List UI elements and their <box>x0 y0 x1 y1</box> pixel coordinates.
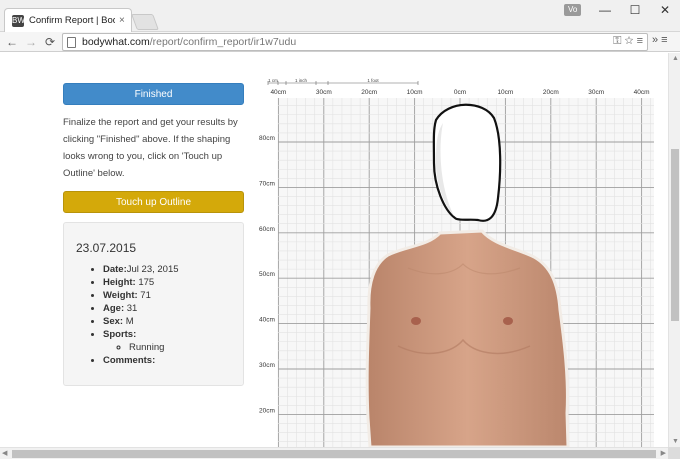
scale-bar: 1 cm 1 inch 1 foot <box>267 78 419 85</box>
url-domain: bodywhat.com <box>82 36 150 48</box>
top-tick-label: 20cm <box>543 89 559 96</box>
scroll-left-icon[interactable]: ◀ <box>2 448 7 459</box>
field-weight: Weight: 71 <box>103 289 231 302</box>
left-tick-label: 70cm <box>259 180 275 187</box>
close-window-button[interactable]: ✕ <box>650 0 680 20</box>
user-profile-badge[interactable]: Vo <box>564 4 582 16</box>
field-date: Date:Jul 23, 2015 <box>103 263 231 276</box>
maximize-button[interactable]: ☐ <box>620 0 650 20</box>
tab-title: Confirm Report | BodyWh <box>29 15 115 26</box>
scale-label: 1 foot <box>367 78 379 83</box>
right-nipple <box>503 317 513 325</box>
minimize-button[interactable]: — <box>590 0 620 20</box>
left-tick-label: 80cm <box>259 135 275 142</box>
left-tick-label: 30cm <box>259 362 275 369</box>
url-text[interactable]: bodywhat.com/report/confirm_report/ir1w7… <box>82 36 296 48</box>
left-tick-label: 40cm <box>259 317 275 324</box>
top-tick-label: 0cm <box>454 89 466 96</box>
field-comments: Comments: <box>103 354 231 367</box>
horizontal-scrollbar[interactable]: ◀ ▶ <box>0 447 668 459</box>
left-tick-label: 20cm <box>259 407 275 414</box>
browser-tab[interactable]: BW Confirm Report | BodyWh × <box>4 8 132 32</box>
report-summary-card: 23.07.2015 Date:Jul 23, 2015 Height: 175… <box>63 222 244 386</box>
scale-label: 1 cm <box>268 78 278 83</box>
touch-up-outline-button[interactable]: Touch up Outline <box>63 191 244 213</box>
measurement-grid: 40cm 30cm 20cm 10cm 0cm 10cm 20cm 30cm 40cm 80cm… <box>259 78 654 447</box>
page-viewport: Finished Finalize the report and get you… <box>0 53 668 447</box>
new-tab-button[interactable] <box>131 14 159 30</box>
horizontal-scroll-thumb[interactable] <box>12 450 656 458</box>
vertical-scroll-thumb[interactable] <box>671 149 679 321</box>
top-tick-label: 10cm <box>497 89 513 96</box>
field-age: Age: 31 <box>103 302 231 315</box>
back-arrow-icon[interactable]: ← <box>4 34 20 50</box>
address-bar[interactable]: bodywhat.com/report/confirm_report/ir1w7… <box>62 33 648 51</box>
top-axis-labels: 40cm 30cm 20cm 10cm 0cm 10cm 20cm 30cm 40cm <box>270 89 649 96</box>
scale-label: 1 inch <box>295 78 308 83</box>
top-tick-label: 30cm <box>588 89 604 96</box>
reload-icon[interactable]: ⟳ <box>42 34 58 50</box>
scroll-down-icon[interactable]: ▼ <box>672 438 679 445</box>
url-path: /report/confirm_report/ir1w7udu <box>149 36 297 48</box>
vertical-scrollbar[interactable]: ▲ ▼ <box>668 53 680 447</box>
page-icon <box>67 36 76 48</box>
top-tick-label: 40cm <box>634 89 650 96</box>
left-axis-labels: 80cm 70cm 60cm 50cm 40cm 30cm 20cm <box>259 135 275 414</box>
report-field-list: Date:Jul 23, 2015 Height: 175 Weight: 71… <box>76 263 231 367</box>
torso-shape <box>365 229 570 447</box>
top-tick-label: 10cm <box>407 89 423 96</box>
title-bar: BW Confirm Report | BodyWh × Vo — ☐ ✕ <box>0 0 680 32</box>
measurement-grid-area: 40cm 30cm 20cm 10cm 0cm 10cm 20cm 30cm 40cm 80cm… <box>258 78 668 447</box>
top-tick-label: 40cm <box>270 89 286 96</box>
field-height: Height: 175 <box>103 276 231 289</box>
report-date: 23.07.2015 <box>76 241 137 255</box>
field-sports: Sports: Running <box>103 328 231 354</box>
left-nipple <box>411 317 421 325</box>
sport-item: Running <box>129 341 231 354</box>
omnibox-icons[interactable]: ⚿ ☆ ≡ <box>613 35 643 48</box>
top-tick-label: 30cm <box>316 89 332 96</box>
top-tick-label: 20cm <box>361 89 377 96</box>
head-outline[interactable] <box>432 103 502 222</box>
forward-arrow-icon[interactable]: → <box>23 34 39 50</box>
field-sex: Sex: M <box>103 315 231 328</box>
scroll-up-icon[interactable]: ▲ <box>672 55 679 62</box>
instructions-text: Finalize the report and get your results… <box>63 117 238 179</box>
scroll-right-icon[interactable]: ▶ <box>661 448 666 459</box>
bodywhat-favicon-icon: BW <box>12 14 25 27</box>
tab-close-icon[interactable]: × <box>119 15 125 26</box>
finished-button[interactable]: Finished <box>63 83 244 105</box>
browser-toolbar: ← → ⟳ bodywhat.com/report/confirm_report… <box>0 32 680 52</box>
left-tick-label: 50cm <box>259 271 275 278</box>
left-tick-label: 60cm <box>259 226 275 233</box>
left-column: Finished Finalize the report and get you… <box>63 83 244 386</box>
chrome-menu-icon[interactable]: » ≡ <box>652 34 668 46</box>
scrollbar-corner <box>668 447 680 459</box>
